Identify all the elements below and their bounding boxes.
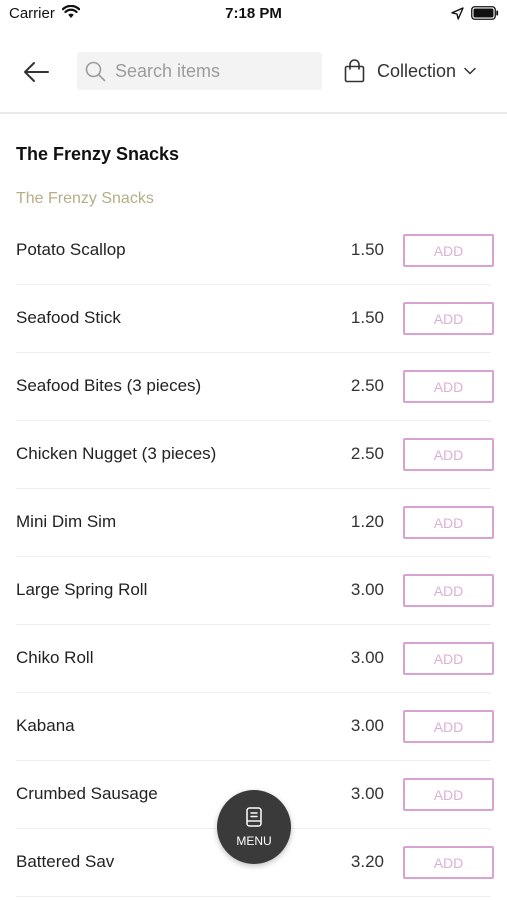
app-screen: Carrier 7:18 PM Search items Collection …: [0, 0, 507, 900]
item-name: Seafood Bites (3 pieces): [16, 376, 202, 395]
list-item: Seafood Stick 1.50 ADD: [0, 285, 507, 353]
menu-book-icon: [245, 807, 263, 832]
item-name: Battered Sav: [16, 852, 115, 871]
location-arrow-icon: [451, 7, 464, 25]
add-button[interactable]: ADD: [403, 710, 494, 743]
add-button[interactable]: ADD: [403, 506, 494, 539]
list-item: Large Spring Roll 3.00 ADD: [0, 557, 507, 625]
list-item: Chiko Roll 3.00 ADD: [0, 625, 507, 693]
add-button[interactable]: ADD: [403, 642, 494, 675]
category-label: The Frenzy Snacks: [16, 190, 154, 207]
add-button[interactable]: ADD: [403, 234, 494, 267]
shopping-bag-icon: [344, 59, 365, 83]
item-name: Crumbed Sausage: [16, 784, 158, 803]
item-price: 3.20: [350, 852, 384, 871]
header-bar: Collection: [0, 40, 507, 114]
list-item: Mini Dim Sim 1.20 ADD: [0, 489, 507, 557]
item-price: 1.50: [350, 240, 384, 259]
item-price: 2.50: [350, 444, 384, 463]
list-item: Potato Scallop 1.50 ADD: [0, 217, 507, 285]
clock: 7:18 PM: [225, 5, 282, 22]
item-name: Chicken Nugget (3 pieces): [16, 444, 217, 463]
search-box[interactable]: [77, 52, 322, 90]
collection-selector[interactable]: Collection: [344, 54, 476, 88]
add-button[interactable]: ADD: [403, 370, 494, 403]
item-name: Seafood Stick: [16, 308, 121, 327]
battery-icon: [471, 6, 499, 25]
search-icon: [85, 61, 106, 87]
list-item: Kabana 3.00 ADD: [0, 693, 507, 761]
item-price: 2.50: [350, 376, 384, 395]
menu-button-label: MENU: [236, 834, 272, 848]
arrow-left-icon: [23, 61, 49, 83]
add-button[interactable]: ADD: [403, 846, 494, 879]
list-item: Chicken Nugget (3 pieces) 2.50 ADD: [0, 421, 507, 489]
item-price: 1.20: [350, 512, 384, 531]
add-button[interactable]: ADD: [403, 302, 494, 335]
item-name: Mini Dim Sim: [16, 512, 117, 531]
list-item: Seafood Bites (3 pieces) 2.50 ADD: [0, 353, 507, 421]
item-name: Kabana: [16, 716, 75, 735]
collection-label: Collection: [377, 60, 457, 81]
item-name: Large Spring Roll: [16, 580, 148, 599]
add-button[interactable]: ADD: [403, 778, 494, 811]
item-name: Potato Scallop: [16, 240, 126, 259]
item-price: 3.00: [350, 580, 384, 599]
chevron-down-icon: [464, 67, 476, 75]
search-input[interactable]: [115, 52, 315, 90]
item-price: 3.00: [350, 716, 384, 735]
item-price: 3.00: [350, 648, 384, 667]
item-price: 3.00: [350, 784, 384, 803]
status-bar: Carrier 7:18 PM: [0, 0, 507, 28]
add-button[interactable]: ADD: [403, 574, 494, 607]
add-button[interactable]: ADD: [403, 438, 494, 471]
page-title: The Frenzy Snacks: [16, 144, 180, 164]
menu-button[interactable]: MENU: [217, 790, 291, 864]
item-price: 1.50: [350, 308, 384, 327]
back-button[interactable]: [18, 54, 54, 90]
item-name: Chiko Roll: [16, 648, 94, 667]
